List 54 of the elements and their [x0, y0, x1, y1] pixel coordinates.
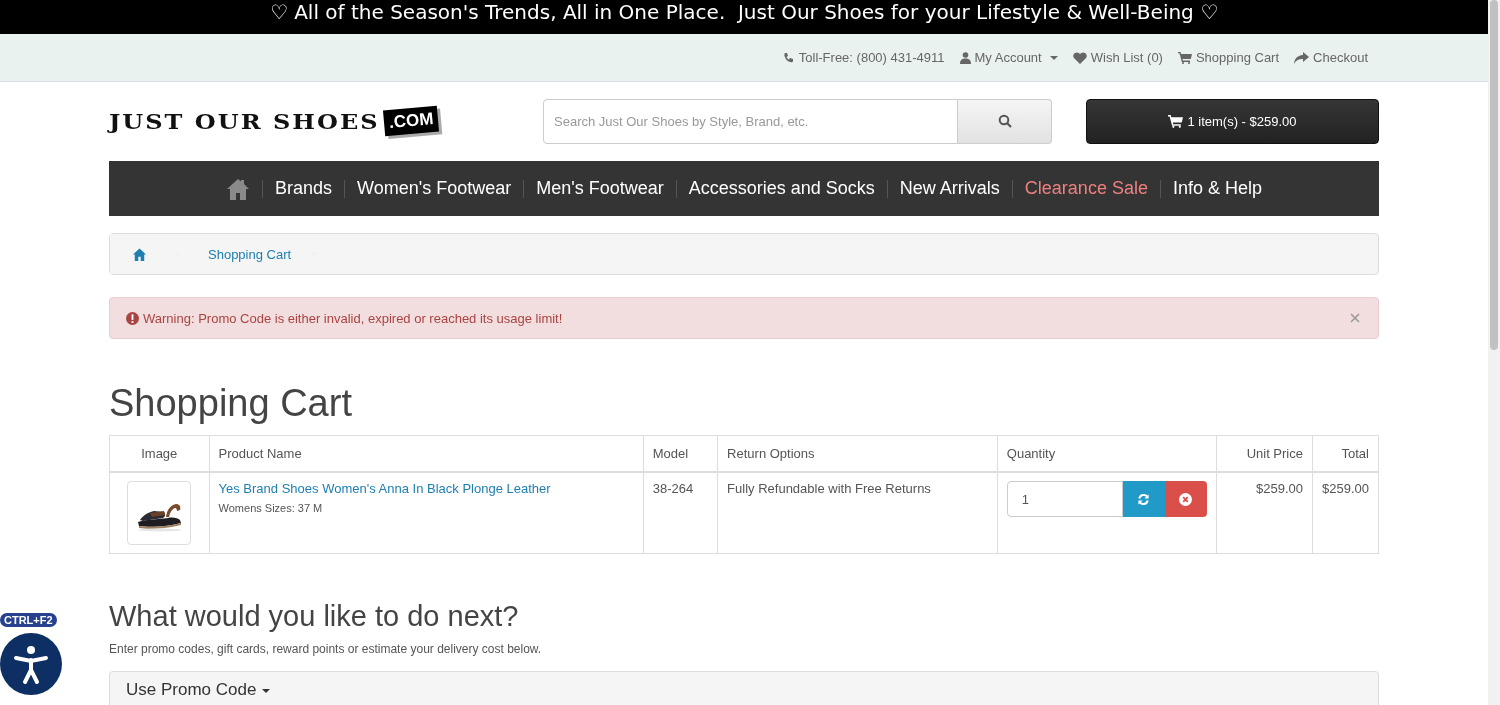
breadcrumb-link[interactable]: Shopping Cart — [178, 234, 315, 274]
menu-item[interactable]: Brands — [275, 178, 333, 199]
search-icon — [997, 114, 1012, 128]
product-link[interactable]: Yes Brand Shoes Women's Anna In Black Plonge Leather — [218, 481, 551, 496]
top-link[interactable]: Wish List (0) — [1072, 50, 1163, 65]
top-link[interactable]: My Account — [959, 50, 1058, 65]
quantity-field[interactable]: 1 — [1006, 481, 1123, 517]
column-header: Unit Price — [1216, 435, 1313, 472]
logo[interactable]: JUST OUR SHOES .COM — [109, 106, 543, 136]
section-text: Enter promo codes, gift cards, reward points or estimate your delivery cost below. — [109, 642, 543, 656]
remove-icon — [1179, 492, 1193, 506]
menu-item[interactable]: Clearance Sale — [1024, 178, 1148, 199]
remove-button[interactable] — [1164, 481, 1207, 517]
column-header: Return Options — [717, 435, 998, 472]
refresh-icon — [1137, 492, 1151, 506]
menu-item[interactable]: Accessories and Socks — [688, 178, 875, 199]
column-header: Image — [109, 435, 210, 472]
top-link[interactable]: Checkout — [1294, 50, 1368, 65]
promo-banner: ♡ All of the Season's Trends, All in One Place. Just Our Shoes for your Lifestyle & Well-Being ♡ — [0, 0, 1488, 34]
alert-text: Warning: Promo Code is either invalid, expired or reached its usage limit! — [143, 310, 563, 326]
home-icon[interactable] — [226, 177, 250, 200]
table-cell: Fully Refundable with Free Returns — [717, 472, 998, 554]
phone-icon — [782, 51, 795, 64]
cart-icon — [1168, 114, 1184, 128]
page-title: Shopping Cart — [109, 381, 353, 425]
search-field[interactable]: Search Just Our Shoes by Style, Brand, etc. — [543, 98, 958, 144]
cart-button[interactable]: 1 item(s) - $259.00 — [1086, 98, 1379, 144]
column-header: Quantity — [997, 435, 1217, 472]
section-title: What would you like to do next? — [109, 599, 520, 634]
column-header: Model — [643, 435, 718, 472]
column-header: Product Name — [209, 435, 644, 472]
table-cell: 38-264 — [643, 472, 718, 554]
top-link[interactable]: Toll-Free: (800) 431-4911 — [782, 50, 945, 65]
column-header: Total — [1312, 435, 1379, 472]
home-icon[interactable] — [132, 247, 147, 261]
close-icon[interactable] — [1350, 313, 1360, 323]
top-link[interactable]: Shopping Cart — [1177, 50, 1280, 65]
table-cell: $259.00 — [1312, 472, 1379, 554]
exclamation-icon — [126, 311, 139, 325]
update-button[interactable] — [1122, 481, 1165, 517]
accessibility-icon[interactable] — [0, 633, 62, 695]
scrollbar-thumb[interactable] — [1490, 0, 1498, 350]
menu-item[interactable]: Info & Help — [1172, 178, 1262, 199]
share-arrow-icon — [1294, 51, 1310, 64]
heart-icon — [1072, 51, 1087, 64]
panel-toggle[interactable]: Use Promo Code — [126, 680, 271, 699]
menu-item[interactable]: Women's Footwear — [357, 178, 512, 199]
menu-item[interactable]: Men's Footwear — [536, 178, 664, 199]
table-cell: $259.00 — [1216, 472, 1313, 554]
menu-item[interactable]: New Arrivals — [899, 178, 1000, 199]
user-icon — [959, 51, 971, 64]
cart-icon — [1177, 51, 1192, 64]
shortcut-badge: CTRL+F2 — [0, 613, 57, 627]
size-option: Womens Sizes: 37 M — [218, 502, 634, 514]
